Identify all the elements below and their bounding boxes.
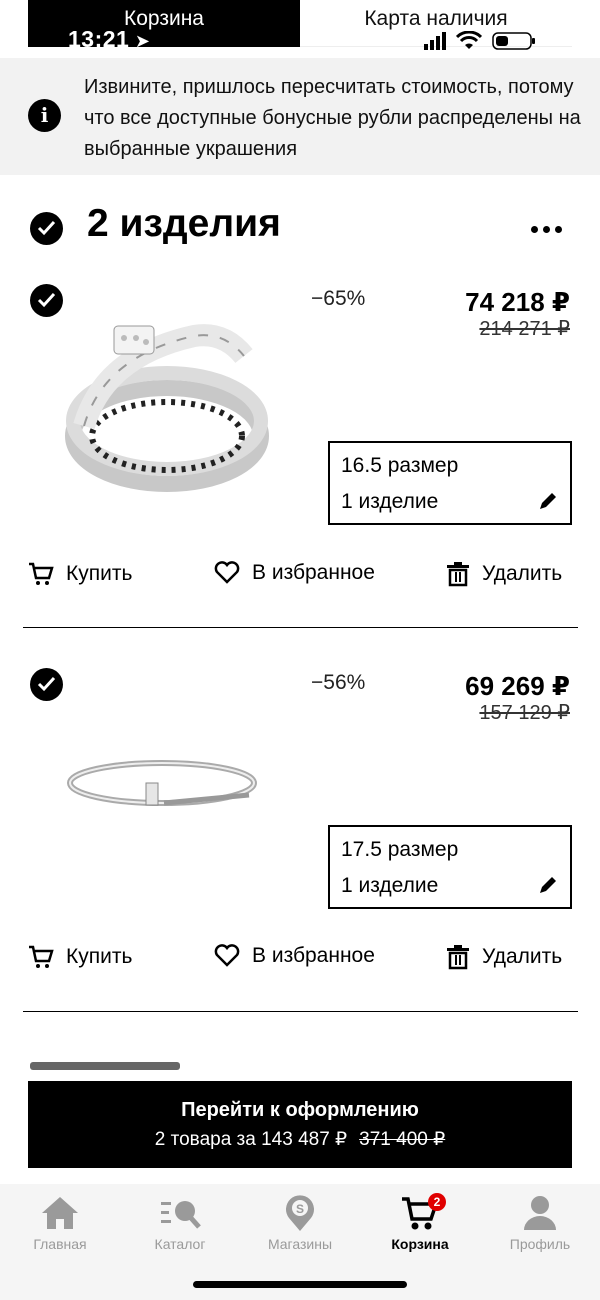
- tab-cart[interactable]: Корзина: [360, 1194, 480, 1252]
- info-icon: i: [28, 99, 61, 132]
- catalog-icon: [161, 1201, 201, 1229]
- old-price: 214 271 ₽: [479, 318, 570, 340]
- buy-button[interactable]: Купить: [28, 561, 132, 587]
- more-dots-icon[interactable]: [531, 226, 562, 233]
- svg-text:S: S: [296, 1202, 304, 1216]
- pencil-icon[interactable]: [538, 491, 558, 511]
- profile-icon: [524, 1196, 556, 1230]
- divider: [23, 627, 578, 628]
- price: 74 218 ₽: [465, 287, 570, 317]
- buy-label: Купить: [66, 562, 133, 585]
- divider: [23, 1011, 578, 1012]
- tab-label: Главная: [33, 1236, 87, 1252]
- size-quantity-selector[interactable]: 16.5 размер 1 изделие: [328, 441, 572, 525]
- cart-icon: [29, 945, 54, 968]
- top-bar: Корзина Карта наличия 13:21 ➤: [0, 0, 600, 58]
- delete-label: Удалить: [482, 945, 563, 968]
- size-label: 17.5 размер: [341, 838, 459, 861]
- favorite-button[interactable]: В избранное: [214, 944, 375, 968]
- checkout-summary: 2 товара за 143 487 ₽ 371 400 ₽: [28, 1128, 572, 1151]
- favorite-button[interactable]: В избранное: [214, 561, 375, 585]
- tab-catalog[interactable]: Каталог: [120, 1194, 240, 1252]
- home-icon: [42, 1197, 78, 1229]
- cart-icon: [29, 562, 54, 585]
- tab-label: Каталог: [154, 1236, 206, 1252]
- signal-icon: [424, 32, 446, 50]
- product-checkbox[interactable]: [30, 284, 63, 317]
- product-checkbox[interactable]: [30, 668, 63, 701]
- status-icons: [424, 30, 536, 52]
- tab-label: Корзина: [391, 1236, 449, 1252]
- home-indicator: [193, 1281, 407, 1288]
- nail-bracelet-image[interactable]: [64, 755, 264, 815]
- discount-label: −65%: [311, 287, 366, 310]
- wifi-icon: [456, 31, 482, 49]
- checkout-button[interactable]: Перейти к оформлению 2 товара за 143 487…: [28, 1081, 572, 1168]
- trash-icon: [447, 945, 469, 970]
- serpent-ring-image[interactable]: [64, 316, 270, 496]
- items-count-title: 2 изделия: [87, 202, 281, 245]
- favorite-label: В избранное: [252, 561, 375, 584]
- next-item-peek: [30, 1062, 180, 1070]
- delete-button[interactable]: Удалить: [446, 944, 562, 970]
- heart-icon: [214, 944, 240, 967]
- buy-button[interactable]: Купить: [28, 944, 132, 970]
- checkout-total: 2 товара за 143 487 ₽: [154, 1129, 348, 1150]
- tab-profile[interactable]: Профиль: [480, 1194, 600, 1252]
- quantity-label: 1 изделие: [341, 874, 439, 897]
- discount-label: −56%: [311, 671, 366, 694]
- tab-stores[interactable]: S Магазины: [240, 1194, 360, 1252]
- tab-label: Профиль: [509, 1236, 571, 1252]
- product-actions: Купить В избранное Удалить: [28, 944, 572, 976]
- old-price: 157 129 ₽: [479, 702, 570, 724]
- trash-icon: [447, 562, 469, 587]
- checkout-label: Перейти к оформлению: [181, 1099, 419, 1121]
- status-time: 13:21 ➤: [68, 26, 151, 52]
- tab-home[interactable]: Главная: [0, 1194, 120, 1252]
- checkout-old-total: 371 400 ₽: [359, 1129, 446, 1150]
- size-label: 16.5 размер: [341, 454, 459, 477]
- notice-text: Извините, пришлось пересчитать стоимость…: [84, 76, 581, 160]
- tab-label: Магазины: [267, 1236, 333, 1252]
- pencil-icon[interactable]: [538, 875, 558, 895]
- delete-label: Удалить: [482, 562, 563, 585]
- location-arrow-icon: ➤: [129, 31, 151, 51]
- heart-icon: [214, 561, 240, 584]
- size-quantity-selector[interactable]: 17.5 размер 1 изделие: [328, 825, 572, 909]
- stores-icon: S: [286, 1195, 314, 1231]
- favorite-label: В избранное: [252, 944, 375, 967]
- select-all-checkbox[interactable]: [30, 212, 63, 245]
- product-actions: Купить В избранное Удалить: [28, 561, 572, 593]
- cart-badge: 2: [428, 1193, 446, 1211]
- buy-label: Купить: [66, 945, 133, 968]
- price: 69 269 ₽: [465, 671, 570, 701]
- battery-icon: [492, 32, 535, 50]
- delete-button[interactable]: Удалить: [446, 561, 562, 587]
- quantity-label: 1 изделие: [341, 490, 439, 513]
